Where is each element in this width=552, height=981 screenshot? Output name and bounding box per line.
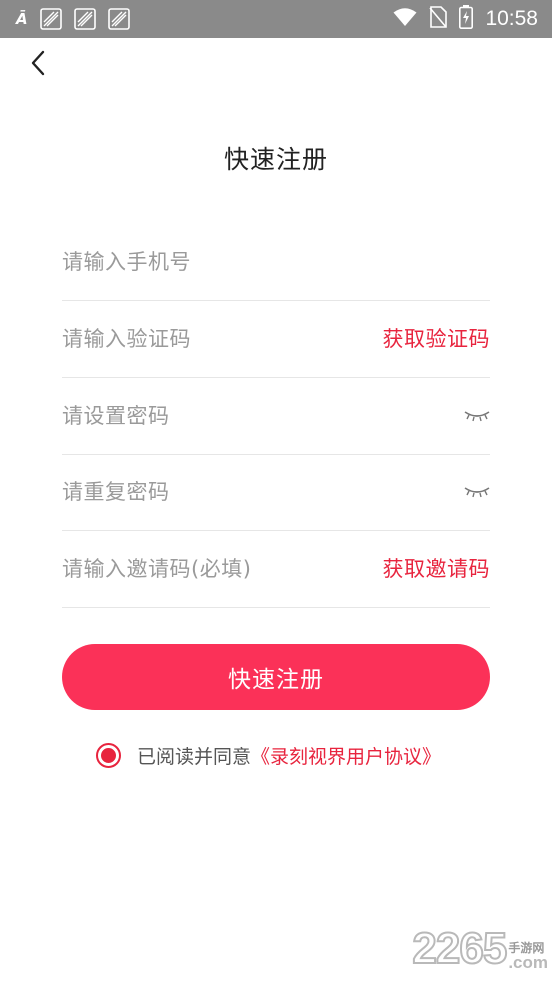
app-notification-icon <box>107 8 130 30</box>
status-bar-left: Ā <box>16 0 130 38</box>
agreement-checkbox[interactable] <box>96 742 121 768</box>
translate-icon: Ā <box>16 10 28 28</box>
watermark-side: 手游网 .com <box>508 942 548 971</box>
status-bar: Ā 10:58 <box>0 0 552 38</box>
invite-code-placeholder: 请输入邀请码(必填) <box>62 557 252 581</box>
watermark-number: 2265 <box>411 924 508 973</box>
eye-closed-icon[interactable] <box>464 484 490 498</box>
verification-code-field[interactable]: 请输入验证码 获取验证码 <box>62 301 490 378</box>
battery-charging-icon <box>459 5 474 33</box>
invite-code-field[interactable]: 请输入邀请码(必填) 获取邀请码 <box>62 531 490 608</box>
no-sim-icon <box>429 6 448 32</box>
password-repeat-placeholder: 请重复密码 <box>62 480 170 504</box>
password-field[interactable]: 请设置密码 <box>62 378 490 455</box>
agreement-text: 已阅读并同意 <box>137 745 252 768</box>
get-verification-code-button[interactable]: 获取验证码 <box>383 323 491 353</box>
app-notification-icon <box>73 8 96 30</box>
back-button[interactable] <box>24 46 54 80</box>
wifi-icon <box>393 7 417 31</box>
verification-code-placeholder: 请输入验证码 <box>62 327 191 351</box>
status-time: 10:58 <box>485 7 538 30</box>
checkbox-checked-dot <box>101 747 116 763</box>
watermark-domain: .com <box>508 953 548 972</box>
user-agreement-link[interactable]: 《录刻视界用户协议》 <box>251 742 441 769</box>
status-bar-right: 10:58 <box>393 0 538 38</box>
agreement-row: 已阅读并同意 《录刻视界用户协议》 <box>96 741 441 769</box>
phone-placeholder: 请输入手机号 <box>62 250 191 274</box>
page-title: 快速注册 <box>223 145 328 174</box>
eye-closed-icon[interactable] <box>464 408 490 422</box>
chevron-left-icon <box>24 50 54 84</box>
register-button[interactable]: 快速注册 <box>62 644 490 710</box>
password-repeat-field[interactable]: 请重复密码 <box>62 454 490 531</box>
site-watermark-logo: 2265 手游网 .com <box>411 924 548 973</box>
app-notification-icon <box>39 8 62 30</box>
password-placeholder: 请设置密码 <box>62 404 170 428</box>
get-invite-code-button[interactable]: 获取邀请码 <box>383 553 491 583</box>
phone-field[interactable]: 请输入手机号 <box>62 224 490 301</box>
